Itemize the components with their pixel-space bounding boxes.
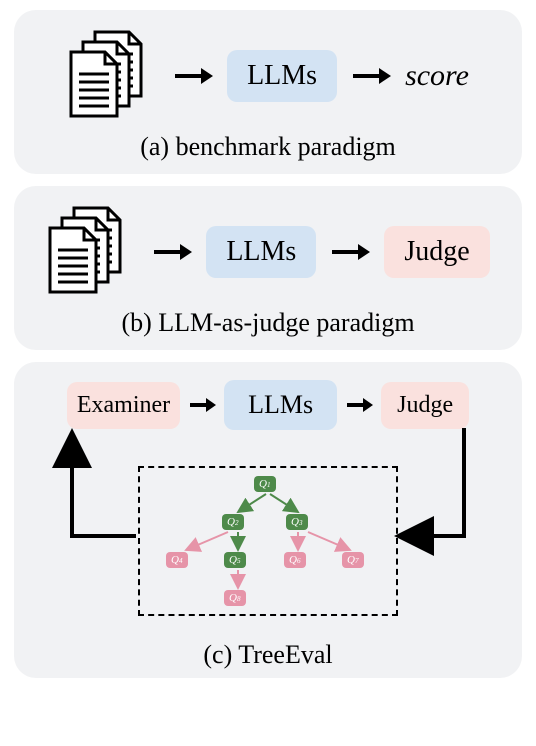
panel-llm-as-judge: LLMs Judge (b) LLM-as-judge paradigm: [14, 186, 522, 350]
documents-icon: [67, 28, 159, 124]
arrow-right-icon: [152, 240, 192, 264]
panel-a-caption: (a) benchmark paradigm: [140, 132, 396, 162]
score-output: score: [405, 59, 469, 93]
panel-a-row: LLMs score: [32, 28, 504, 124]
panel-c-row: Examiner LLMs Judge: [32, 380, 504, 430]
judge-box: Judge: [381, 382, 469, 429]
documents-icon: [46, 204, 138, 300]
tree-node-q1: Q1: [254, 476, 276, 492]
llm-box: LLMs: [227, 50, 337, 102]
tree-node-q3: Q3: [286, 514, 308, 530]
tree-node-q5: Q5: [224, 552, 246, 568]
arrow-right-icon: [351, 64, 391, 88]
tree-node-q6: Q6: [284, 552, 306, 568]
panel-benchmark: LLMs score (a) benchmark paradigm: [14, 10, 522, 174]
tree-node-q2: Q2: [222, 514, 244, 530]
panel-treeeval: Examiner LLMs Judge: [14, 362, 522, 678]
panel-b-caption: (b) LLM-as-judge paradigm: [121, 308, 414, 338]
arrow-right-icon: [188, 395, 216, 415]
arrow-right-icon: [173, 64, 213, 88]
llm-box: LLMs: [224, 380, 337, 430]
judge-box: Judge: [384, 226, 489, 278]
llm-box: LLMs: [206, 226, 316, 278]
feedback-loop: Q1 Q2 Q3 Q4 Q5 Q6 Q7 Q8: [32, 426, 504, 646]
tree-node-q7: Q7: [342, 552, 364, 568]
arrow-right-icon: [330, 240, 370, 264]
examiner-box: Examiner: [67, 382, 180, 429]
tree-node-q4: Q4: [166, 552, 188, 568]
panel-b-row: LLMs Judge: [32, 204, 504, 300]
question-tree: Q1 Q2 Q3 Q4 Q5 Q6 Q7 Q8: [138, 466, 398, 616]
arrow-right-icon: [345, 395, 373, 415]
tree-node-q8: Q8: [224, 590, 246, 606]
